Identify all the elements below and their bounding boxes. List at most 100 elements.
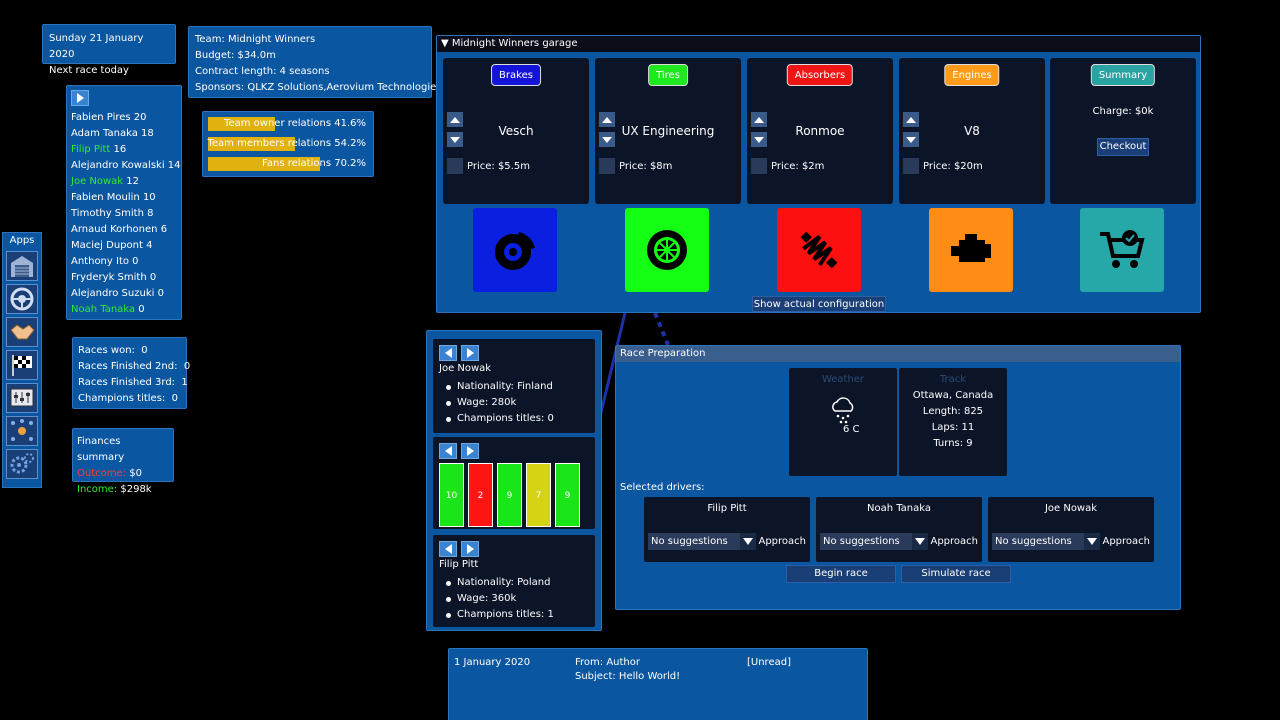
finances-panel: Finances summary Outcome: $0 Income: $29… xyxy=(72,428,174,495)
apps-panel: Apps xyxy=(2,232,42,488)
part-category-tab[interactable]: Engines xyxy=(944,64,1000,86)
races-app-button[interactable] xyxy=(6,350,38,380)
standings-item[interactable]: Maciej Dupont 4 xyxy=(71,238,177,254)
part-select-checkbox[interactable] xyxy=(751,158,767,174)
summary-card: Summary Charge: $0k Checkout xyxy=(1050,58,1196,204)
selected-driver-card: Noah Tanaka No suggestions Approach xyxy=(816,497,982,562)
selected-drivers-label: Selected drivers: xyxy=(620,482,705,493)
relation-bar: Team members relations 54.2% xyxy=(207,136,368,152)
arrow-up-icon xyxy=(906,116,916,123)
driver-a-card: Joe Nowak Nationality: Finland Wage: 280… xyxy=(433,339,595,433)
apps-title: Apps xyxy=(9,235,35,246)
weather-card: Weather 6 C xyxy=(789,368,897,476)
standings-item[interactable]: Adam Tanaka 18 xyxy=(71,126,177,142)
part-price: Price: $8m xyxy=(619,161,673,172)
part-select-checkbox[interactable] xyxy=(447,158,463,174)
show-configuration-button[interactable]: Show actual configuration xyxy=(752,296,886,312)
prev-driver-button[interactable] xyxy=(439,345,457,361)
standings-driver-points: 16 xyxy=(113,144,127,155)
attribute-bar: 10 xyxy=(439,463,464,527)
handshake-icon xyxy=(10,324,35,340)
next-attr-button[interactable] xyxy=(461,443,479,459)
standings-item[interactable]: Fryderyk Smith 0 xyxy=(71,270,177,286)
part-manufacturer: Ronmoe xyxy=(795,124,845,138)
standings-driver-name: Joe Nowak xyxy=(71,176,124,187)
brake-disc-icon xyxy=(495,232,535,270)
mail-subject: Subject: Hello World! xyxy=(575,671,681,682)
prev-attr-button[interactable] xyxy=(439,443,457,459)
champion-titles: Champions titles: 0 xyxy=(78,393,179,404)
part-price: Price: $20m xyxy=(923,161,983,172)
part-category-tab[interactable]: Tires xyxy=(648,64,688,86)
sponsors-app-button[interactable] xyxy=(6,317,38,347)
suggestion-dropdown[interactable]: No suggestions xyxy=(820,533,928,550)
part-category-tab[interactable]: Absorbers xyxy=(786,64,854,86)
part-manufacturer: UX Engineering xyxy=(621,124,715,138)
part-select-checkbox[interactable] xyxy=(599,158,615,174)
next-driver-button[interactable] xyxy=(461,345,479,361)
collapse-icon: ▼ xyxy=(441,38,449,49)
part-price: Price: $5.5m xyxy=(467,161,530,172)
track-laps: Laps: 11 xyxy=(931,422,975,433)
races-second: Races Finished 2nd: 0 xyxy=(78,361,191,372)
control-panel-icon xyxy=(10,388,34,407)
approach-button[interactable]: Approach xyxy=(1102,533,1150,550)
drivers-app-button[interactable] xyxy=(6,284,38,314)
mail-status: [Unread] xyxy=(747,657,791,668)
driver-name: Joe Nowak xyxy=(439,363,492,374)
approach-button[interactable]: Approach xyxy=(758,533,806,550)
standings-item[interactable]: Arnaud Korhonen 6 xyxy=(71,222,177,238)
part-manufacturer: Vesch xyxy=(498,124,534,138)
standings-item[interactable]: Noah Tanaka 0 xyxy=(71,302,177,318)
part-card-brakes: Brakes Vesch Price: $5.5m xyxy=(443,58,589,204)
part-tile-brakes[interactable] xyxy=(473,208,557,292)
standings-item[interactable]: Timothy Smith 8 xyxy=(71,206,177,222)
standings-list: Fabien Pires 20 Adam Tanaka 18 Filip Pitt … xyxy=(71,110,181,318)
selected-driver-name: Filip Pitt xyxy=(707,503,747,514)
standings-panel: Fabien Pires 20 Adam Tanaka 18 Filip Pitt … xyxy=(66,85,182,320)
summary-tab[interactable]: Summary xyxy=(1090,64,1156,86)
sponsors: Sponsors: QLKZ Solutions,Aerovium Techno… xyxy=(195,82,442,93)
team-info-panel: Team: Midnight Winners Budget: $34.0m Co… xyxy=(188,26,442,98)
standings-item[interactable]: Filip Pitt 16 xyxy=(71,142,177,158)
standings-item[interactable]: Anthony Ito 0 xyxy=(71,254,177,270)
attribute-bar: 9 xyxy=(555,463,580,527)
standings-driver-points: 0 xyxy=(157,288,164,299)
play-button[interactable] xyxy=(71,90,89,106)
part-category-tab[interactable]: Brakes xyxy=(491,64,541,86)
finances-title: Finances summary xyxy=(77,436,125,463)
standings-item[interactable]: Fabien Moulin 10 xyxy=(71,190,177,206)
part-tile-tires[interactable] xyxy=(625,208,709,292)
part-select-checkbox[interactable] xyxy=(903,158,919,174)
standings-item[interactable]: Alejandro Suzuki 0 xyxy=(71,286,177,302)
mail-panel[interactable]: 1 January 2020 From: Author [Unread] Sub… xyxy=(448,648,868,720)
garage-header[interactable]: ▼ Midnight Winners garage xyxy=(437,36,1200,52)
relation-label: Team members relations 54.2% xyxy=(207,138,366,149)
simulate-race-button[interactable]: Simulate race xyxy=(901,565,1011,583)
part-tile-absorbers[interactable] xyxy=(777,208,861,292)
driver-titles: Champions titles: 0 xyxy=(439,411,589,427)
suggestion-dropdown[interactable]: No suggestions xyxy=(992,533,1100,550)
summary-tile[interactable] xyxy=(1080,208,1164,292)
approach-button[interactable]: Approach xyxy=(930,533,978,550)
standings-driver-points: 10 xyxy=(142,192,156,203)
relation-label: Team owner relations 41.6% xyxy=(224,118,366,129)
standings-driver-name: Fabien Moulin xyxy=(71,192,140,203)
suggestion-dropdown[interactable]: No suggestions xyxy=(648,533,756,550)
checkout-button[interactable]: Checkout xyxy=(1097,138,1149,156)
begin-race-button[interactable]: Begin race xyxy=(786,565,896,583)
settings-app-button[interactable] xyxy=(6,449,38,479)
shopping-cart-icon xyxy=(1100,230,1145,268)
next-driver-b-button[interactable] xyxy=(461,541,479,557)
part-tile-engines[interactable] xyxy=(929,208,1013,292)
garage-app-button[interactable] xyxy=(6,251,38,281)
staff-app-button[interactable] xyxy=(6,416,38,446)
income-value: $298k xyxy=(120,484,152,495)
management-app-button[interactable] xyxy=(6,383,38,413)
shock-absorber-icon xyxy=(800,231,838,269)
standings-item[interactable]: Alejandro Kowalski 14 xyxy=(71,158,181,174)
standings-item[interactable]: Fabien Pires 20 xyxy=(71,110,177,126)
standings-item[interactable]: Joe Nowak 12 xyxy=(71,174,177,190)
team-budget: Budget: $34.0m xyxy=(195,50,276,61)
prev-driver-b-button[interactable] xyxy=(439,541,457,557)
